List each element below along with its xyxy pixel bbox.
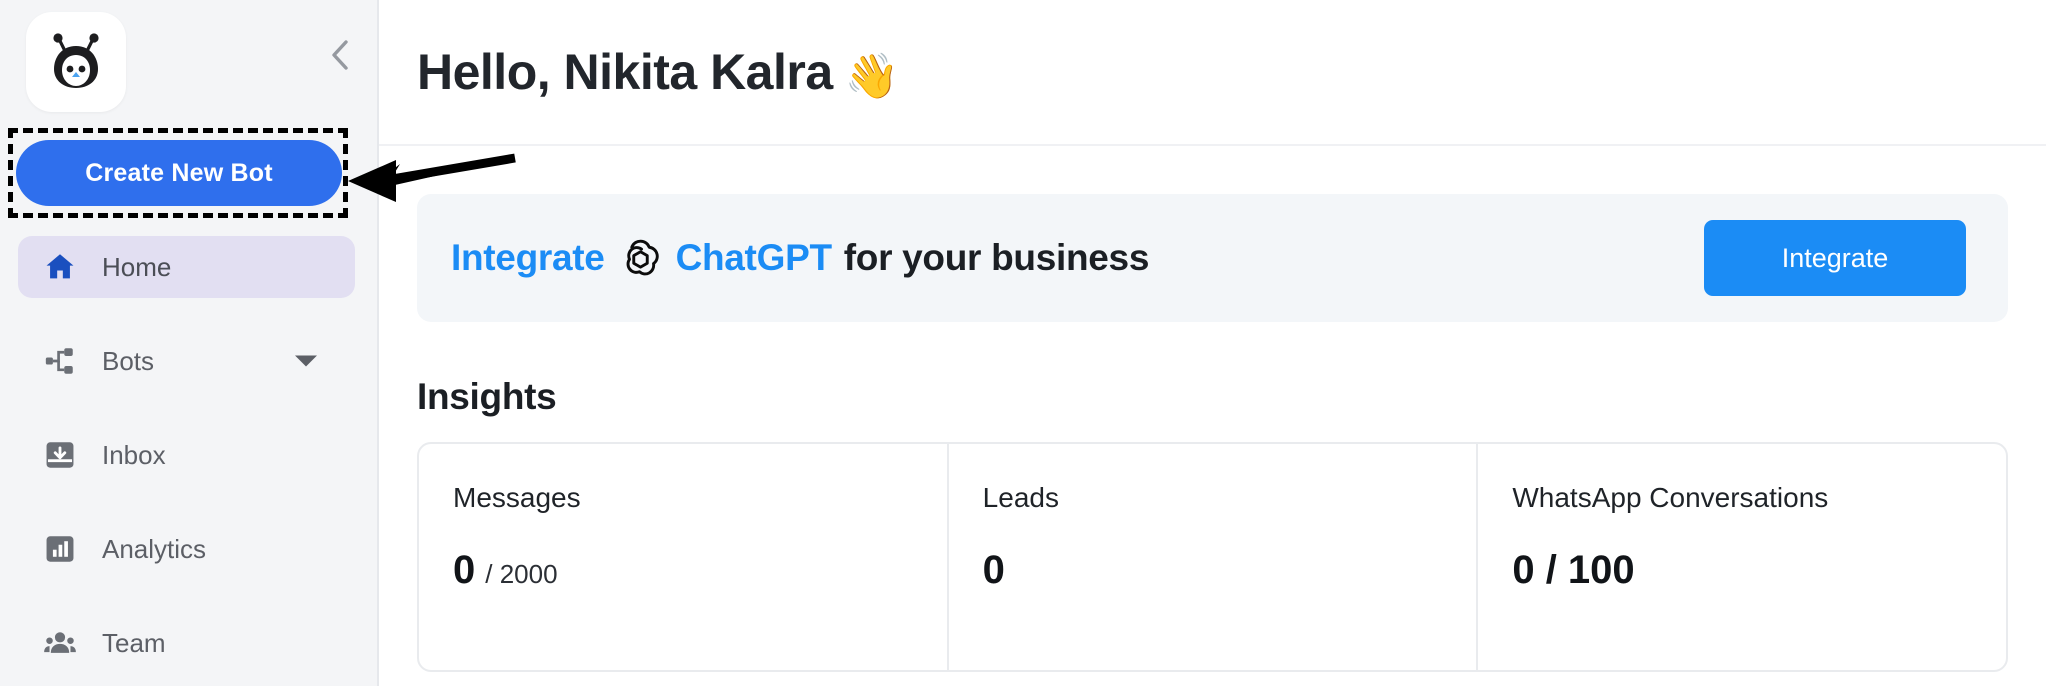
insight-card-messages[interactable]: Messages 0 / 2000 [419,444,949,670]
sidebar-nav: Home Bots Inbox Analytics Team [0,236,379,686]
sidebar: Create New Bot Home Bots Inbox Analytics… [0,0,379,686]
dashboard-root: Create New Bot Home Bots Inbox Analytics… [0,0,2046,686]
card-label: WhatsApp Conversations [1512,482,1829,513]
chevron-left-icon [332,40,348,70]
banner-text-suffix: for your business [843,237,1150,278]
card-value-number: 0 [982,548,1005,592]
card-value: 0 [983,548,1477,593]
insight-card-leads[interactable]: Leads 0 [949,444,1479,670]
bot-mascot-icon [53,33,99,88]
sidebar-item-inbox[interactable]: Inbox [18,424,355,486]
card-value-number: 0 [453,548,476,592]
sidebar-item-label: Analytics [102,533,207,564]
card-value-number: 0 / 100 [1512,548,1635,592]
card-value-limit: / 2000 [485,559,558,589]
insights-heading: Insights [417,376,557,417]
chevron-down-icon[interactable] [295,355,317,367]
sidebar-item-label: Team [102,627,166,658]
openai-logo [618,236,663,281]
page-header: Hello, Nikita Kalra 👋 [379,0,2046,146]
sidebar-item-label: Home [102,251,172,282]
team-icon [42,625,78,661]
create-new-bot-button[interactable]: Create New Bot [16,140,342,206]
sidebar-item-label: Inbox [102,439,166,470]
waving-hand-icon: 👋 [844,51,900,101]
chatgpt-integration-banner: Integrate ChatGPT for your business Inte… [417,194,2008,322]
bot-mascot-logo[interactable] [26,12,126,112]
main-content: Hello, Nikita Kalra 👋 Integrate ChatGPT f… [379,0,2046,686]
card-value: 0 / 100 [1512,548,2006,593]
card-value: 0 / 2000 [453,548,947,593]
banner-headline: Integrate ChatGPT for your business [451,236,1149,281]
insights-cards: Messages 0 / 2000 Leads 0 WhatsApp Conve… [417,442,2008,672]
sidebar-collapse-button[interactable] [317,32,363,78]
inbox-icon [42,437,78,473]
banner-text-chatgpt: ChatGPT [675,237,832,278]
greeting-text: Hello, Nikita Kalra [417,43,833,100]
insight-card-whatsapp-conversations[interactable]: WhatsApp Conversations 0 / 100 [1478,444,2006,670]
card-label: Messages [453,482,581,513]
sidebar-item-bots[interactable]: Bots [18,330,355,392]
card-label: Leads [982,482,1059,513]
sidebar-item-team[interactable]: Team [18,612,355,674]
banner-text-integrate: Integrate [451,237,605,278]
analytics-icon [42,531,78,567]
sidebar-item-label: Bots [102,345,155,376]
home-icon [42,249,78,285]
sidebar-item-analytics[interactable]: Analytics [18,518,355,580]
bots-icon [42,343,78,379]
integrate-button[interactable]: Integrate [1704,220,1966,296]
page-title: Hello, Nikita Kalra 👋 [417,43,899,102]
sidebar-item-home[interactable]: Home [18,236,355,298]
